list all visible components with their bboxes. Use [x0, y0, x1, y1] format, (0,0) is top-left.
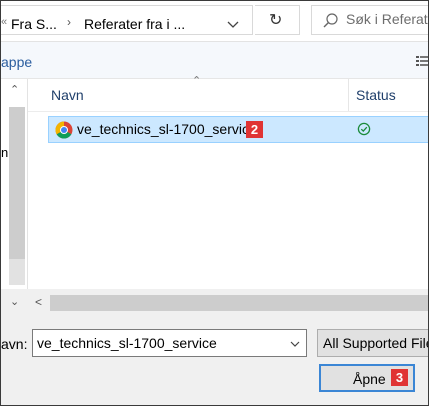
refresh-icon: ↻ — [269, 12, 283, 29]
file-list: ⌃ Navn Status ve_technics_sl-1700_servic… — [28, 75, 428, 289]
horizontal-scrollbar-thumb[interactable] — [50, 295, 428, 311]
breadcrumb[interactable]: « Fra S... › Referater fra i ... — [1, 5, 253, 35]
search-placeholder: Søk i Referater — [346, 11, 428, 27]
new-folder-button[interactable]: appe — [1, 54, 32, 70]
scroll-up-arrow-icon[interactable]: ⌃ — [10, 83, 19, 96]
sort-ascending-icon: ⌃ — [192, 75, 202, 87]
annotation-badge-3: 3 — [391, 369, 408, 386]
breadcrumb-item-referater[interactable]: Referater fra i ... — [84, 16, 185, 32]
column-name-header[interactable]: Navn — [51, 87, 84, 103]
filename-field[interactable]: ve_technics_sl-1700_service — [32, 329, 307, 357]
open-button[interactable]: Åpne 3 — [319, 364, 415, 392]
navigation-pane[interactable]: ⌃ n — [1, 79, 28, 289]
annotation-badge-2: 2 — [246, 121, 263, 138]
chevron-down-icon[interactable] — [289, 339, 301, 349]
column-status-header[interactable]: Status — [356, 87, 396, 103]
toolbar: appe — [1, 42, 428, 79]
chevron-down-icon[interactable] — [223, 18, 243, 32]
breadcrumb-overflow-chevron-icon[interactable]: « — [1, 16, 7, 28]
dialog-footer: avn: ve_technics_sl-1700_service All Sup… — [1, 317, 428, 405]
nav-scroll-down-arrow-icon[interactable]: ⌄ — [10, 295, 19, 308]
chrome-icon — [55, 121, 73, 139]
scroll-left-arrow-icon[interactable]: < — [35, 295, 42, 309]
nav-scrollbar-thumb[interactable] — [9, 107, 25, 259]
open-button-label: Åpne — [353, 371, 386, 387]
filetype-value: All Supported Files — [323, 335, 429, 351]
column-header: ⌃ Navn Status — [28, 75, 428, 112]
horizontal-scrollbar[interactable]: ⌄ < — [1, 289, 428, 317]
filetype-select[interactable]: All Supported Files — [317, 329, 429, 357]
file-dialog: « Fra S... › Referater fra i ... ↻ Søk i… — [0, 0, 429, 406]
search-icon — [323, 13, 338, 28]
address-bar: « Fra S... › Referater fra i ... ↻ Søk i… — [1, 1, 428, 42]
nav-scrollbar-track[interactable] — [9, 259, 25, 285]
filename-value: ve_technics_sl-1700_service — [37, 335, 217, 351]
search-input[interactable]: Søk i Referater — [311, 5, 428, 35]
synced-check-icon — [357, 122, 371, 136]
file-name: ve_technics_sl-1700_service — [77, 121, 257, 137]
filename-label: avn: — [1, 336, 28, 352]
breadcrumb-chevron-icon: › — [67, 15, 71, 29]
list-item[interactable]: ve_technics_sl-1700_service 2 — [48, 116, 428, 143]
nav-item-label[interactable]: n — [1, 145, 8, 160]
view-options-icon[interactable] — [415, 54, 429, 68]
refresh-button[interactable]: ↻ — [255, 5, 300, 35]
breadcrumb-item-fra-s[interactable]: Fra S... — [11, 16, 57, 32]
column-divider[interactable] — [348, 79, 349, 111]
